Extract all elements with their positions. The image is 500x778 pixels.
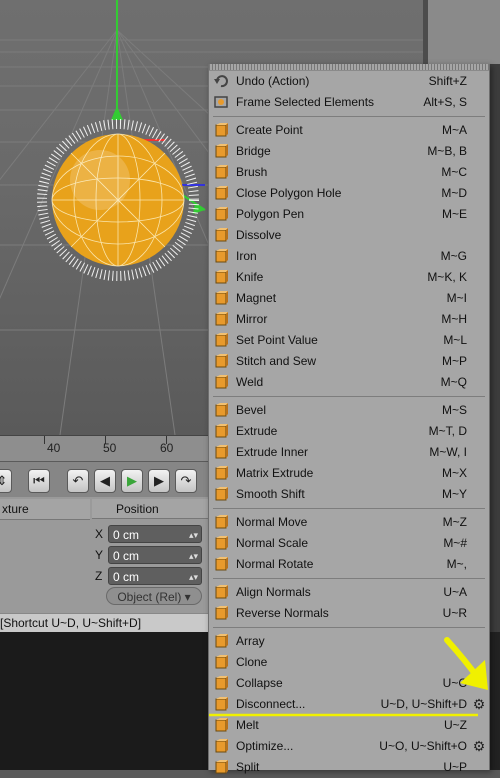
annotation-overlay [209,637,488,717]
